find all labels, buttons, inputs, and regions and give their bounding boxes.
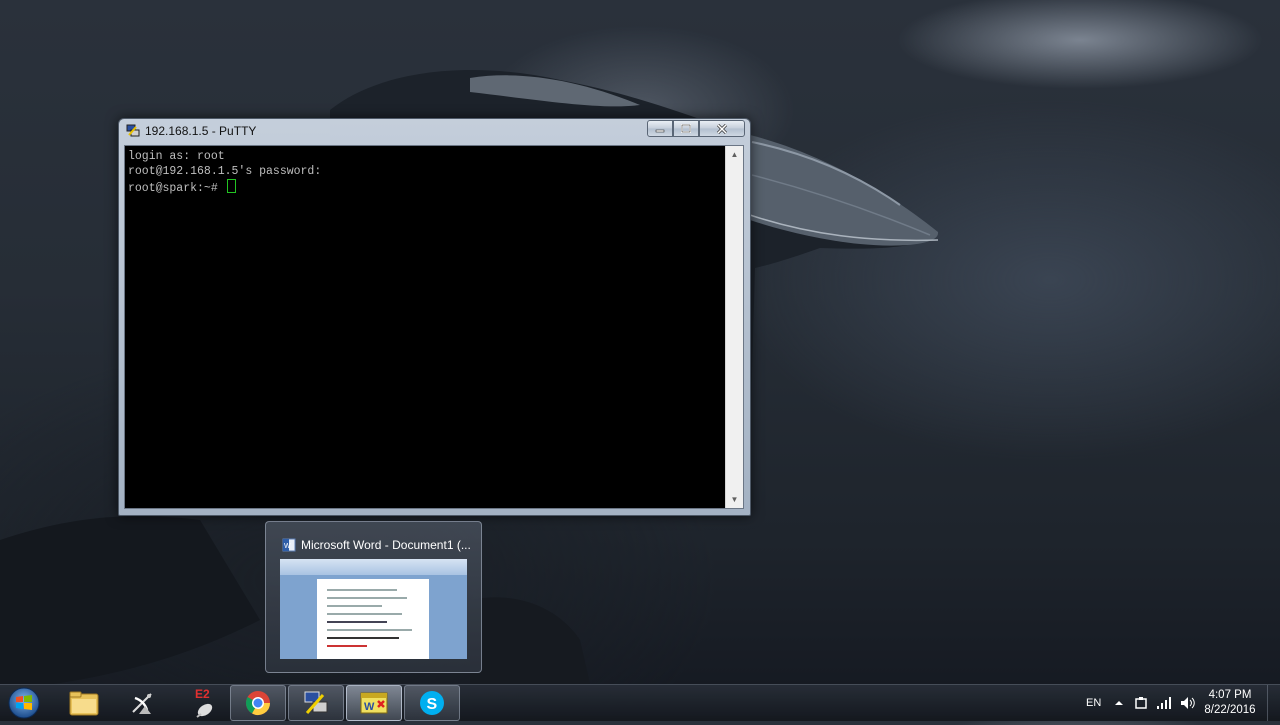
terminal-cursor (226, 179, 236, 193)
svg-text:W: W (284, 543, 291, 550)
minimize-icon (655, 129, 665, 132)
terminal-area[interactable]: login as: root root@192.168.1.5's passwor… (124, 145, 744, 509)
taskbar-chrome-button[interactable] (230, 685, 286, 721)
clock-time: 4:07 PM (1208, 689, 1252, 701)
maximize-icon (681, 123, 691, 133)
language-indicator[interactable]: EN (1086, 685, 1101, 721)
thumbnail-page (317, 579, 429, 659)
terminal-output: login as: root root@192.168.1.5's passwor… (128, 149, 725, 508)
network-signal-icon (1157, 697, 1171, 709)
folder-icon (69, 691, 99, 716)
terminal-prompt: root@spark:~# (128, 182, 225, 195)
preview-title: Microsoft Word - Document1 (... (301, 538, 471, 552)
satellite-icon (132, 693, 152, 714)
taskbar-explorer-button[interactable] (56, 685, 112, 721)
clock-date: 8/22/2016 (1204, 704, 1256, 716)
putty-titlebar[interactable]: 192.168.1.5 - PuTTY (119, 119, 750, 145)
document-thumbnail[interactable] (280, 559, 467, 659)
scroll-down-arrow-icon[interactable]: ▼ (726, 491, 743, 508)
chrome-icon (245, 691, 270, 716)
dish-icon (196, 703, 213, 718)
minimize-button[interactable] (647, 120, 673, 137)
putty-icon (126, 124, 140, 137)
show-desktop-button[interactable] (1267, 685, 1280, 721)
clock[interactable]: 4:07 PM 8/22/2016 (1200, 688, 1260, 718)
close-icon (716, 123, 728, 134)
svg-text:W: W (364, 701, 375, 713)
network-button[interactable] (1156, 685, 1172, 721)
taskbar-word-button[interactable]: W (346, 685, 402, 721)
language-label: EN (1086, 697, 1102, 709)
scroll-up-arrow-icon[interactable]: ▲ (726, 146, 743, 163)
taskbar-putty-button[interactable] (288, 685, 344, 721)
terminal-scrollbar[interactable]: ▲ ▼ (725, 146, 743, 508)
svg-text:S: S (427, 696, 438, 713)
start-button[interactable] (6, 686, 42, 720)
maximize-button[interactable] (673, 120, 699, 137)
putty-icon (304, 691, 328, 714)
thumbnail-ribbon (280, 559, 467, 575)
taskbar-skype-button[interactable]: S (404, 685, 460, 721)
taskbar-satellite-button[interactable] (114, 685, 170, 721)
putty-window[interactable]: 192.168.1.5 - PuTTY login as: root root@1… (118, 118, 751, 516)
word-icon: W (360, 692, 388, 714)
volume-button[interactable] (1180, 685, 1196, 721)
taskbar-thumbnail-preview[interactable]: W Microsoft Word - Document1 (... (265, 521, 482, 673)
chevron-up-icon (1115, 701, 1123, 705)
close-button[interactable] (699, 120, 745, 137)
windows-orb-icon (8, 687, 40, 719)
terminal-prompt-line: root@spark:~# (128, 179, 725, 196)
usb-device-icon (1135, 697, 1147, 709)
tray-device-button[interactable] (1134, 685, 1148, 721)
window-title: 192.168.1.5 - PuTTY (145, 124, 257, 138)
word-icon: W (282, 538, 296, 552)
taskbar: E2 W S EN 4:07 PM 8/22/2016 (0, 684, 1280, 721)
skype-icon: S (420, 691, 444, 715)
terminal-line: login as: root (128, 150, 225, 163)
e2-icon: E2 (183, 687, 217, 718)
taskbar-e2-button[interactable]: E2 (172, 685, 228, 721)
show-hidden-icons-button[interactable] (1114, 685, 1124, 721)
speaker-icon (1181, 697, 1195, 709)
terminal-line: root@192.168.1.5's password: (128, 165, 322, 178)
